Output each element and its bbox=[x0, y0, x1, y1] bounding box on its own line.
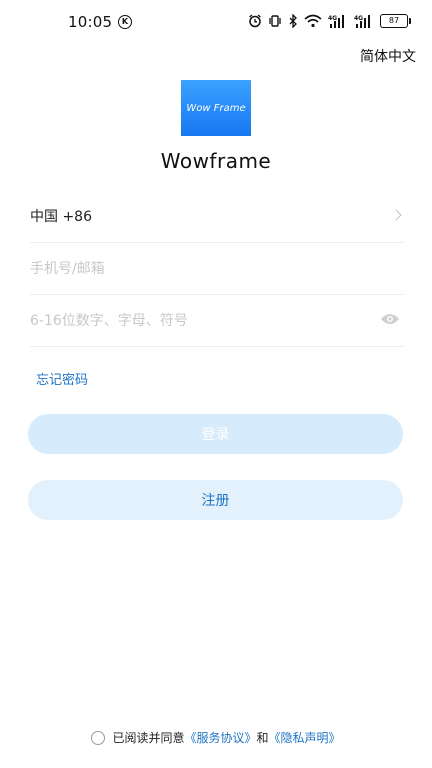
eye-icon[interactable] bbox=[380, 312, 400, 326]
svg-text:4G: 4G bbox=[328, 15, 337, 22]
app-logo: Wow Frame bbox=[181, 80, 251, 136]
login-button[interactable]: 登录 bbox=[28, 414, 403, 454]
service-agreement-link[interactable]: 《服务协议》 bbox=[184, 729, 256, 746]
agreement-and: 和 bbox=[256, 731, 269, 745]
phone-email-placeholder: 手机号/邮箱 bbox=[30, 261, 105, 277]
app-name: Wowframe bbox=[160, 149, 272, 173]
status-icons: 4G 4G 87 bbox=[248, 14, 411, 28]
bluetooth-icon bbox=[289, 14, 297, 28]
phone-email-input[interactable]: 手机号/邮箱 bbox=[30, 242, 404, 295]
password-placeholder: 6-16位数字、字母、符号 bbox=[30, 313, 188, 329]
alarm-icon bbox=[249, 14, 261, 28]
status-bar: 10:05 K 4G 4G 87 bbox=[0, 0, 432, 44]
country-code-label: 中国 +86 bbox=[30, 209, 92, 225]
svg-text:4G: 4G bbox=[354, 15, 363, 22]
logo-text: Wow Frame bbox=[186, 102, 246, 114]
vibrate-icon bbox=[269, 15, 281, 27]
status-time: 10:05 bbox=[68, 13, 113, 31]
agreement-radio[interactable] bbox=[91, 730, 106, 745]
signal-4g-icon-2: 4G bbox=[354, 15, 370, 28]
register-button[interactable]: 注册 bbox=[28, 480, 403, 520]
password-input[interactable]: 6-16位数字、字母、符号 bbox=[30, 294, 404, 347]
k-badge-icon: K bbox=[118, 15, 132, 29]
agreement-row: 已阅读并同意 《服务协议》 和 《隐私声明》 bbox=[0, 729, 432, 746]
chevron-right-icon bbox=[390, 209, 402, 221]
language-switch[interactable]: 简体中文 bbox=[360, 46, 416, 66]
wifi-icon bbox=[304, 14, 322, 28]
battery-icon: 87 bbox=[380, 14, 411, 28]
country-code-selector[interactable]: 中国 +86 bbox=[30, 190, 404, 243]
forgot-password-link[interactable]: 忘记密码 bbox=[36, 369, 88, 388]
agreement-prefix: 已阅读并同意 bbox=[112, 731, 185, 745]
privacy-statement-link[interactable]: 《隐私声明》 bbox=[269, 729, 341, 746]
signal-4g-icon: 4G bbox=[328, 15, 344, 28]
